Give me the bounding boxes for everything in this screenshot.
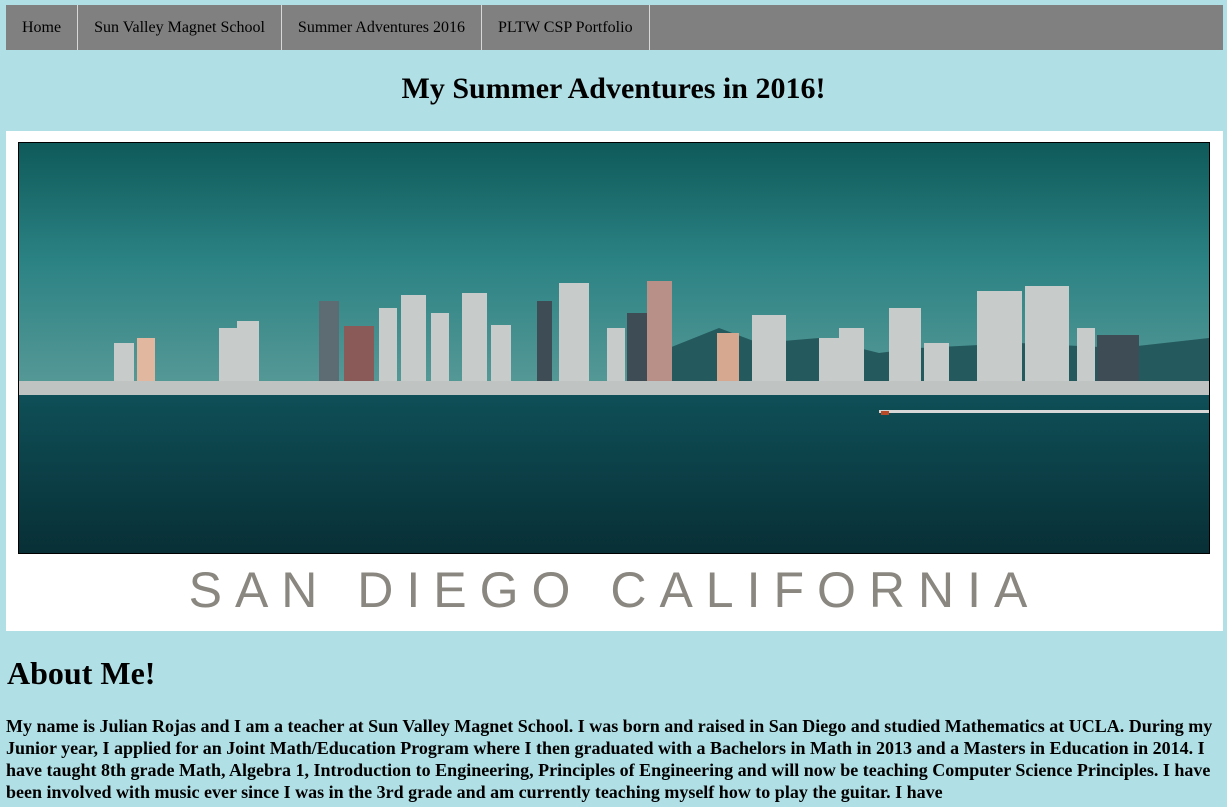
san-diego-banner: SAN DIEGO CALIFORNIA bbox=[6, 131, 1223, 631]
page-title: My Summer Adventures in 2016! bbox=[401, 72, 826, 105]
nav-item-pltw-csp-portfolio[interactable]: PLTW CSP Portfolio bbox=[482, 5, 650, 50]
about-paragraph: My name is Julian Rojas and I am a teach… bbox=[6, 716, 1213, 802]
about-heading: About Me! bbox=[7, 655, 156, 691]
nav-item-summer-adventures-2016[interactable]: Summer Adventures 2016 bbox=[282, 5, 483, 50]
nav-item-home[interactable]: Home bbox=[6, 5, 79, 50]
banner-caption: SAN DIEGO CALIFORNIA bbox=[188, 562, 1041, 618]
top-nav-bar: Home Sun Valley Magnet School Summer Adv… bbox=[6, 5, 1223, 50]
nav-item-sun-valley-magnet-school[interactable]: Sun Valley Magnet School bbox=[78, 5, 282, 50]
skyline-photo bbox=[18, 142, 1210, 554]
